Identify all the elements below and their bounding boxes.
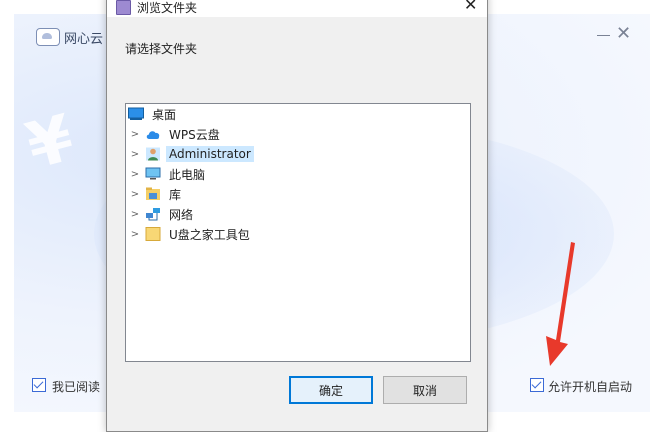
library-icon	[146, 187, 160, 200]
tree-item-wps[interactable]: > WPS云盘	[130, 125, 223, 143]
chevron-right-icon[interactable]: >	[130, 209, 140, 220]
ok-button[interactable]: 确定	[289, 376, 373, 404]
desktop-icon	[128, 107, 144, 120]
chevron-right-icon[interactable]: >	[130, 149, 140, 160]
chevron-right-icon[interactable]: >	[130, 169, 140, 180]
tree-item-label: Administrator	[166, 146, 254, 162]
dialog-title: 浏览文件夹	[137, 1, 198, 15]
tree-item-label: 网络	[169, 207, 194, 222]
dialog-app-icon	[116, 0, 131, 15]
chevron-right-icon[interactable]: >	[130, 129, 140, 140]
tree-root-desktop[interactable]: 桌面	[128, 105, 179, 123]
tree-item-usb-toolkit[interactable]: > U盘之家工具包	[130, 225, 253, 243]
tree-item-label: 库	[169, 187, 182, 202]
chevron-right-icon[interactable]: >	[130, 189, 140, 200]
user-folder-icon	[146, 147, 160, 161]
chevron-right-icon[interactable]: >	[130, 229, 140, 240]
dialog-titlebar: 浏览文件夹 ✕	[107, 0, 487, 17]
tree-item-network[interactable]: > 网络	[130, 205, 196, 223]
tree-item-label: 桌面	[152, 107, 177, 122]
browse-folder-dialog: 浏览文件夹 ✕ 请选择文件夹 桌面 > WPS云盘 > Administrato…	[106, 0, 488, 432]
tree-item-label: U盘之家工具包	[169, 227, 250, 242]
tree-item-this-pc[interactable]: > 此电脑	[130, 165, 208, 183]
computer-icon	[145, 167, 161, 180]
tree-item-label: WPS云盘	[169, 127, 220, 142]
folder-icon	[145, 227, 161, 241]
tree-item-administrator[interactable]: > Administrator	[130, 145, 254, 163]
network-icon	[146, 208, 160, 221]
folder-tree[interactable]: 桌面 > WPS云盘 > Administrator > 此电脑 > 库 > 网…	[125, 103, 471, 362]
tree-item-library[interactable]: > 库	[130, 185, 184, 203]
cancel-button[interactable]: 取消	[383, 376, 467, 404]
tree-item-label: 此电脑	[169, 167, 206, 182]
dialog-prompt: 请选择文件夹	[125, 42, 198, 56]
cloud-icon	[146, 131, 160, 139]
dialog-close-icon[interactable]: ✕	[464, 0, 477, 14]
